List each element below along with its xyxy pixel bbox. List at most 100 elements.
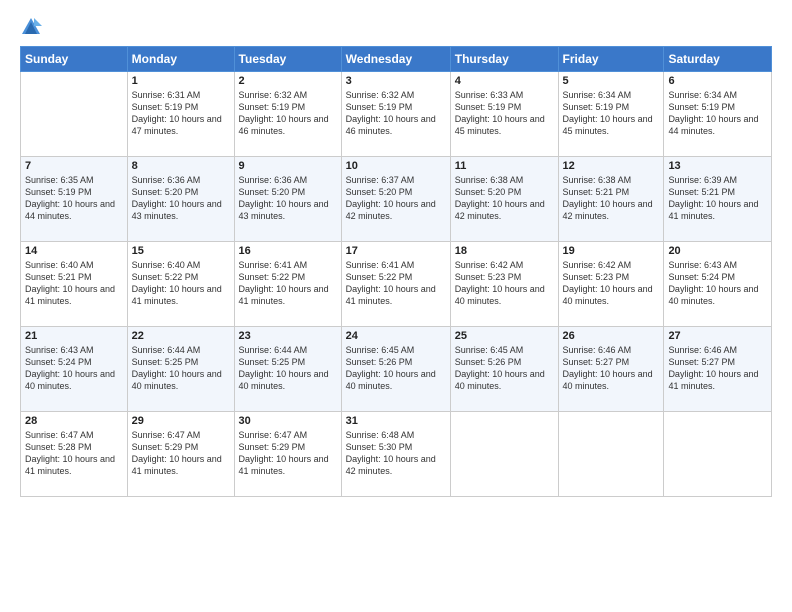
col-header-wednesday: Wednesday [341,47,450,72]
day-info: Sunrise: 6:43 AMSunset: 5:24 PMDaylight:… [25,344,123,393]
calendar-cell: 25 Sunrise: 6:45 AMSunset: 5:26 PMDayligh… [450,327,558,412]
sunset-text: Sunset: 5:19 PM [563,101,660,113]
sunrise-text: Sunrise: 6:36 AM [132,174,230,186]
daylight-text: Daylight: 10 hours and 45 minutes. [563,113,660,137]
calendar-table: SundayMondayTuesdayWednesdayThursdayFrid… [20,46,772,497]
sunrise-text: Sunrise: 6:39 AM [668,174,767,186]
day-info: Sunrise: 6:43 AMSunset: 5:24 PMDaylight:… [668,259,767,308]
daylight-text: Daylight: 10 hours and 42 minutes. [455,198,554,222]
page: SundayMondayTuesdayWednesdayThursdayFrid… [0,0,792,612]
sunset-text: Sunset: 5:19 PM [346,101,446,113]
day-number: 26 [563,330,660,342]
day-number: 9 [239,160,337,172]
daylight-text: Daylight: 10 hours and 44 minutes. [668,113,767,137]
day-number: 11 [455,160,554,172]
day-info: Sunrise: 6:34 AMSunset: 5:19 PMDaylight:… [668,89,767,138]
calendar-cell: 20Sunrise: 6:43 AMSunset: 5:24 PMDayligh… [664,242,772,327]
sunset-text: Sunset: 5:24 PM [25,356,123,368]
day-info: Sunrise: 6:37 AMSunset: 5:20 PMDaylight:… [346,174,446,223]
sunset-text: Sunset: 5:27 PM [563,356,660,368]
calendar-cell: 11Sunrise: 6:38 AMSunset: 5:20 PMDayligh… [450,157,558,242]
day-number: 23 [239,330,337,342]
day-info: Sunrise: 6:34 AMSunset: 5:19 PMDaylight:… [563,89,660,138]
daylight-text: Daylight: 10 hours and 40 minutes. [563,368,660,392]
sunrise-text: Sunrise: 6:42 AM [455,259,554,271]
daylight-text: Daylight: 10 hours and 44 minutes. [25,198,123,222]
calendar-cell: 26Sunrise: 6:46 AMSunset: 5:27 PMDayligh… [558,327,664,412]
calendar-cell: 19 Sunrise: 6:42 AMSunset: 5:23 PMDayligh… [558,242,664,327]
calendar-cell [664,412,772,497]
sunset-text: Sunset: 5:25 PM [239,356,337,368]
daylight-text: Daylight: 10 hours and 41 minutes. [25,453,123,477]
day-number: 31 [346,415,446,427]
sunset-text: Sunset: 5:24 PM [668,271,767,283]
day-info: Sunrise: 6:42 AMSunset: 5:23 PMDaylight:… [563,259,660,308]
calendar-cell [558,412,664,497]
calendar-header-row: SundayMondayTuesdayWednesdayThursdayFrid… [21,47,772,72]
sunset-text: Sunset: 5:26 PM [346,356,446,368]
day-number: 16 [239,245,337,257]
daylight-text: Daylight: 10 hours and 41 minutes. [132,453,230,477]
week-row-4: 21Sunrise: 6:43 AMSunset: 5:24 PMDayligh… [21,327,772,412]
sunrise-text: Sunrise: 6:43 AM [668,259,767,271]
day-info: Sunrise: 6:36 AMSunset: 5:20 PMDaylight:… [132,174,230,223]
daylight-text: Daylight: 10 hours and 46 minutes. [239,113,337,137]
sunset-text: Sunset: 5:19 PM [668,101,767,113]
sunset-text: Sunset: 5:21 PM [668,186,767,198]
sunset-text: Sunset: 5:22 PM [132,271,230,283]
day-info: Sunrise: 6:39 AMSunset: 5:21 PMDaylight:… [668,174,767,223]
sunset-text: Sunset: 5:20 PM [455,186,554,198]
sunrise-text: Sunrise: 6:47 AM [239,429,337,441]
day-number: 24 [346,330,446,342]
day-number: 4 [455,75,554,87]
sunrise-text: Sunrise: 6:42 AM [563,259,660,271]
sunrise-text: Sunrise: 6:34 AM [668,89,767,101]
daylight-text: Daylight: 10 hours and 42 minutes. [346,198,446,222]
calendar-cell: 2Sunrise: 6:32 AMSunset: 5:19 PMDaylight… [234,72,341,157]
day-info: Sunrise: 6:32 AMSunset: 5:19 PMDaylight:… [346,89,446,138]
daylight-text: Daylight: 10 hours and 43 minutes. [132,198,230,222]
daylight-text: Daylight: 10 hours and 41 minutes. [239,453,337,477]
calendar-cell: 23Sunrise: 6:44 AMSunset: 5:25 PMDayligh… [234,327,341,412]
daylight-text: Daylight: 10 hours and 40 minutes. [25,368,123,392]
sunrise-text: Sunrise: 6:46 AM [668,344,767,356]
col-header-sunday: Sunday [21,47,128,72]
calendar-cell: 27Sunrise: 6:46 AMSunset: 5:27 PMDayligh… [664,327,772,412]
sunset-text: Sunset: 5:20 PM [239,186,337,198]
sunrise-text: Sunrise: 6:37 AM [346,174,446,186]
sunset-text: Sunset: 5:28 PM [25,441,123,453]
daylight-text: Daylight: 10 hours and 40 minutes. [455,283,554,307]
day-info: Sunrise: 6:47 AMSunset: 5:28 PMDaylight:… [25,429,123,478]
sunrise-text: Sunrise: 6:47 AM [25,429,123,441]
sunrise-text: Sunrise: 6:45 AM [346,344,446,356]
day-info: Sunrise: 6:45 AMSunset: 5:26 PMDaylight:… [455,344,554,393]
day-info: Sunrise: 6:44 AMSunset: 5:25 PMDaylight:… [132,344,230,393]
day-number: 25 [455,330,554,342]
calendar-cell: 16Sunrise: 6:41 AMSunset: 5:22 PMDayligh… [234,242,341,327]
sunrise-text: Sunrise: 6:34 AM [563,89,660,101]
daylight-text: Daylight: 10 hours and 42 minutes. [346,453,446,477]
calendar-cell: 5Sunrise: 6:34 AMSunset: 5:19 PMDaylight… [558,72,664,157]
sunset-text: Sunset: 5:21 PM [563,186,660,198]
calendar-cell: 6Sunrise: 6:34 AMSunset: 5:19 PMDaylight… [664,72,772,157]
sunrise-text: Sunrise: 6:31 AM [132,89,230,101]
sunrise-text: Sunrise: 6:32 AM [346,89,446,101]
calendar-cell: 10Sunrise: 6:37 AMSunset: 5:20 PMDayligh… [341,157,450,242]
week-row-5: 28Sunrise: 6:47 AMSunset: 5:28 PMDayligh… [21,412,772,497]
sunset-text: Sunset: 5:29 PM [132,441,230,453]
sunset-text: Sunset: 5:25 PM [132,356,230,368]
daylight-text: Daylight: 10 hours and 40 minutes. [239,368,337,392]
calendar-cell: 1Sunrise: 6:31 AMSunset: 5:19 PMDaylight… [127,72,234,157]
calendar-cell: 28Sunrise: 6:47 AMSunset: 5:28 PMDayligh… [21,412,128,497]
calendar-cell [450,412,558,497]
day-number: 1 [132,75,230,87]
sunset-text: Sunset: 5:19 PM [132,101,230,113]
sunset-text: Sunset: 5:23 PM [563,271,660,283]
day-info: Sunrise: 6:32 AMSunset: 5:19 PMDaylight:… [239,89,337,138]
sunset-text: Sunset: 5:30 PM [346,441,446,453]
daylight-text: Daylight: 10 hours and 41 minutes. [346,283,446,307]
calendar-cell: 15Sunrise: 6:40 AMSunset: 5:22 PMDayligh… [127,242,234,327]
day-number: 19 [563,245,660,257]
week-row-2: 7Sunrise: 6:35 AMSunset: 5:19 PMDaylight… [21,157,772,242]
day-info: Sunrise: 6:46 AMSunset: 5:27 PMDaylight:… [668,344,767,393]
